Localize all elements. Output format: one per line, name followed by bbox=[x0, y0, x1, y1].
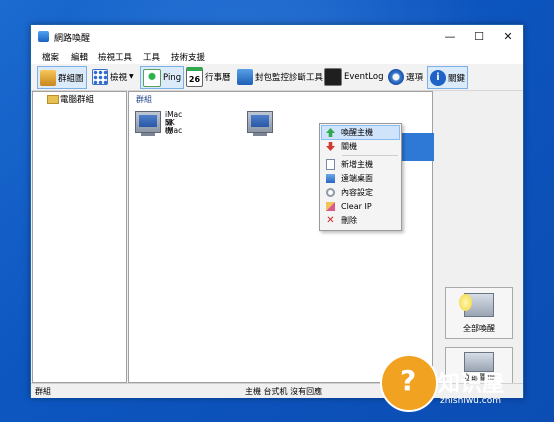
menu-item-remote-desktop[interactable]: 遠端桌面 bbox=[322, 172, 399, 185]
about-button[interactable]: i 關鍵 bbox=[427, 66, 469, 89]
remote-desktop-icon bbox=[326, 174, 335, 183]
group-label: 群組 bbox=[136, 95, 152, 104]
menu-separator bbox=[342, 155, 398, 156]
group-view-button[interactable]: 群組圖 bbox=[37, 66, 87, 89]
monitor-icon bbox=[247, 111, 273, 133]
close-button[interactable]: ✕ bbox=[497, 29, 519, 45]
menu-item-delete[interactable]: ✕ 刪除 bbox=[322, 214, 399, 227]
menu-item-label: 刪除 bbox=[341, 216, 357, 225]
menu-item-label: 關機 bbox=[341, 142, 357, 151]
menu-item-label: 遠端桌面 bbox=[341, 174, 373, 183]
menu-edit[interactable]: 編輯 bbox=[71, 51, 88, 63]
menu-item-label: 新增主機 bbox=[341, 160, 373, 169]
book-icon bbox=[40, 69, 56, 86]
menu-view-tools[interactable]: 檢視工具 bbox=[98, 51, 132, 63]
terminal-icon bbox=[324, 67, 342, 86]
view-label: 檢視 bbox=[110, 72, 128, 83]
menu-file[interactable]: 檔案 bbox=[42, 51, 59, 63]
monitor-stand bbox=[253, 133, 267, 136]
menu-item-shutdown[interactable]: 關機 bbox=[322, 140, 399, 153]
document-icon bbox=[326, 159, 335, 170]
question-icon: ? bbox=[400, 364, 417, 397]
computer-type: PC bbox=[279, 126, 289, 135]
ping-button[interactable]: Ping bbox=[140, 66, 185, 89]
ping-label: Ping bbox=[163, 72, 182, 83]
toolbar: 群組圖 檢視 ▼ Ping 26 行事曆 封包監控診斷工具 EventLog 選… bbox=[31, 64, 523, 91]
tree-root-label[interactable]: 電腦群組 bbox=[60, 93, 94, 105]
calendar-icon: 26 bbox=[186, 66, 203, 87]
menu-bar: 檔案 編輯 檢視工具 工具 技術支援 bbox=[31, 49, 523, 63]
menu-item-clear-ip[interactable]: Clear IP bbox=[322, 200, 399, 213]
wake-all-label: 全部喚醒 bbox=[463, 324, 495, 333]
grid-icon bbox=[92, 68, 108, 85]
settings-icon bbox=[326, 188, 335, 197]
watermark-title: 知识屋 bbox=[438, 372, 505, 397]
info-icon: i bbox=[430, 69, 446, 86]
status-message: 主機 台式机 沒有回應 bbox=[245, 387, 323, 396]
about-label: 關鍵 bbox=[448, 73, 466, 84]
options-label: 選項 bbox=[406, 72, 424, 83]
eraser-icon bbox=[326, 202, 335, 211]
menu-tools[interactable]: 工具 bbox=[143, 51, 160, 63]
menu-item-label: 喚醒主機 bbox=[341, 128, 373, 137]
menu-item-label: 內容設定 bbox=[341, 188, 373, 197]
wake-all-button[interactable]: 全部喚醒 bbox=[445, 287, 513, 339]
arrow-up-icon bbox=[326, 128, 335, 137]
window-title: 網路喚醒 bbox=[54, 34, 91, 44]
watermark-logo: ? bbox=[380, 354, 438, 412]
lightbulb-icon bbox=[459, 294, 472, 311]
delete-icon: ✕ bbox=[326, 215, 335, 226]
maximize-button[interactable]: ☐ bbox=[468, 29, 490, 45]
computer-group-tree[interactable]: 電腦群組 bbox=[32, 91, 127, 383]
eventlog-button[interactable]: EventLog bbox=[324, 66, 384, 87]
calendar-label: 行事曆 bbox=[205, 72, 231, 83]
options-button[interactable]: 選項 bbox=[388, 66, 423, 87]
title-bar: 網路喚醒 — ☐ ✕ bbox=[31, 25, 523, 49]
arrow-down-icon bbox=[326, 142, 335, 151]
menu-support[interactable]: 技術支援 bbox=[171, 51, 205, 63]
monitor-icon bbox=[135, 111, 161, 133]
context-menu: 喚醒主機 關機 新增主機 遠端桌面 內容設定 Clear IP ✕ 刪除 bbox=[319, 123, 402, 231]
monitor-stand bbox=[141, 133, 155, 136]
folder-icon bbox=[47, 95, 59, 104]
network-monitor-icon bbox=[237, 68, 253, 85]
minimize-button[interactable]: — bbox=[439, 29, 461, 45]
status-left: 群組 bbox=[35, 387, 51, 396]
eventlog-label: EventLog bbox=[344, 71, 384, 82]
menu-item-wake[interactable]: 喚醒主機 bbox=[321, 125, 400, 140]
view-button[interactable]: 檢視 ▼ bbox=[92, 66, 134, 87]
antenna-icon bbox=[143, 68, 161, 87]
packet-monitor-label: 封包監控診斷工具 bbox=[255, 72, 324, 83]
menu-item-label: Clear IP bbox=[341, 202, 372, 211]
calendar-button[interactable]: 26 行事曆 bbox=[186, 66, 231, 87]
menu-item-add-host[interactable]: 新增主機 bbox=[322, 158, 399, 171]
menu-item-properties[interactable]: 內容設定 bbox=[322, 186, 399, 199]
app-icon bbox=[38, 31, 49, 42]
action-panel: 全部喚醒 立即關機 bbox=[434, 91, 521, 385]
gear-icon bbox=[388, 68, 404, 85]
group-view-label: 群組圖 bbox=[58, 73, 84, 84]
computer-type: iMac bbox=[165, 126, 183, 135]
app-window: 網路喚醒 — ☐ ✕ 檔案 編輯 檢視工具 工具 技術支援 群組圖 檢視 ▼ P… bbox=[30, 24, 524, 398]
chevron-down-icon: ▼ bbox=[129, 73, 134, 80]
watermark-url: zhishiwu.com bbox=[440, 396, 501, 406]
main-content: 電腦群組 群組 iMac 5K 關機 iMac 台式机 關機 PC 全部喚醒 立… bbox=[31, 91, 523, 385]
packet-monitor-button[interactable]: 封包監控診斷工具 bbox=[237, 66, 323, 87]
